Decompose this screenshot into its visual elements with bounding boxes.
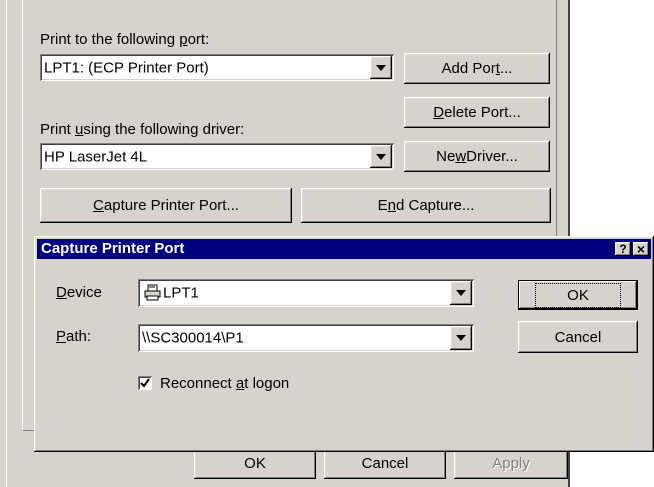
port-dropdown[interactable]: LPT1: (ECP Printer Port) (40, 54, 394, 81)
path-dropdown-arrow[interactable] (450, 326, 472, 350)
checkmark-icon (140, 378, 150, 388)
device-dropdown-value: LPT1 (163, 284, 199, 302)
chevron-down-icon (376, 64, 386, 71)
path-combobox[interactable]: \\SC300014\P1 (138, 324, 474, 352)
dialog-title-bar: Capture Printer Port ? × (37, 239, 651, 259)
close-button[interactable]: × (633, 241, 649, 257)
dialog-ok-button[interactable]: OK (518, 280, 638, 310)
device-dropdown-arrow[interactable] (450, 281, 472, 305)
chevron-down-icon (456, 290, 466, 296)
port-dropdown-arrow[interactable] (370, 56, 392, 79)
driver-dropdown[interactable]: HP LaserJet 4L (40, 143, 394, 170)
capture-dialog: Capture Printer Port ? × Device LPT1 Pat… (34, 236, 654, 452)
reconnect-checkbox[interactable] (138, 376, 152, 390)
device-dropdown[interactable]: LPT1 (138, 279, 474, 307)
close-icon: × (636, 241, 646, 257)
delete-port-button[interactable]: Delete Port... (404, 97, 550, 128)
driver-label: Print using the following driver: (40, 121, 245, 138)
path-input[interactable]: \\SC300014\P1 (142, 330, 244, 347)
help-button[interactable]: ? (615, 242, 631, 256)
chevron-down-icon (376, 153, 386, 160)
capture-printer-port-button[interactable]: Capture Printer Port... (40, 188, 292, 223)
new-driver-button[interactable]: Ne w Driver... (404, 141, 550, 172)
reconnect-label[interactable]: Reconnect at logon (160, 375, 289, 392)
device-label: Device (56, 284, 102, 301)
port-dropdown-value: LPT1: (ECP Printer Port) (44, 59, 209, 76)
add-port-button[interactable]: Add Por t... (404, 53, 550, 84)
end-capture-button[interactable]: End Capture... (301, 188, 551, 223)
driver-dropdown-value: HP LaserJet 4L (44, 148, 148, 165)
printer-icon (144, 284, 162, 305)
dialog-title: Capture Printer Port (41, 240, 185, 257)
path-label: Path: (56, 328, 92, 345)
chevron-down-icon (456, 335, 466, 341)
port-label: Print to the following port: (40, 31, 210, 48)
driver-dropdown-arrow[interactable] (370, 145, 392, 168)
help-icon: ? (619, 242, 627, 256)
dialog-cancel-button[interactable]: Cancel (518, 321, 638, 353)
panel-left-edge (6, 0, 7, 487)
